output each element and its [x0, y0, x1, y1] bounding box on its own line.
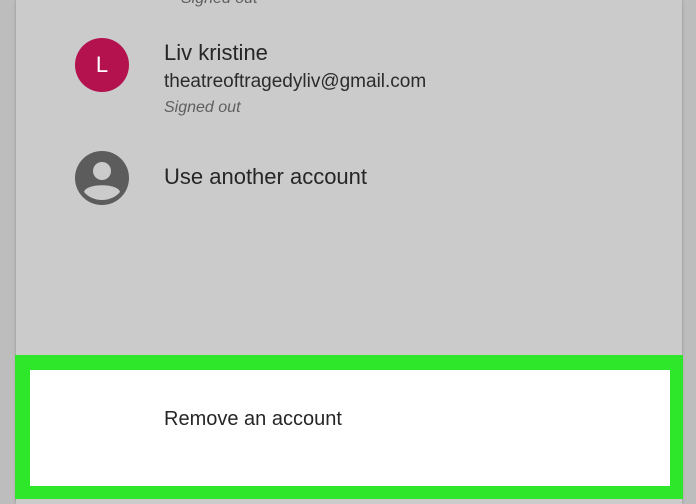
remove-account-label: Remove an account [164, 408, 342, 430]
account-avatar: L [75, 38, 129, 92]
account-circle-icon [75, 151, 129, 205]
use-another-account-label: Use another account [164, 164, 368, 189]
previous-account-status: Signed out [181, 0, 258, 8]
account-email: theatreoftragedyliv@gmail.com [164, 71, 427, 92]
account-name: Liv kristine [164, 40, 268, 65]
backdrop-right [682, 0, 696, 504]
account-item-liv-kristine[interactable]: L Liv kristine theatreoftragedyliv@gmail… [16, 28, 682, 128]
use-another-account-item[interactable]: Use another account [16, 140, 682, 216]
account-status: Signed out [164, 99, 241, 116]
remove-account-button[interactable]: Remove an account [30, 370, 670, 486]
backdrop-left [0, 0, 16, 504]
